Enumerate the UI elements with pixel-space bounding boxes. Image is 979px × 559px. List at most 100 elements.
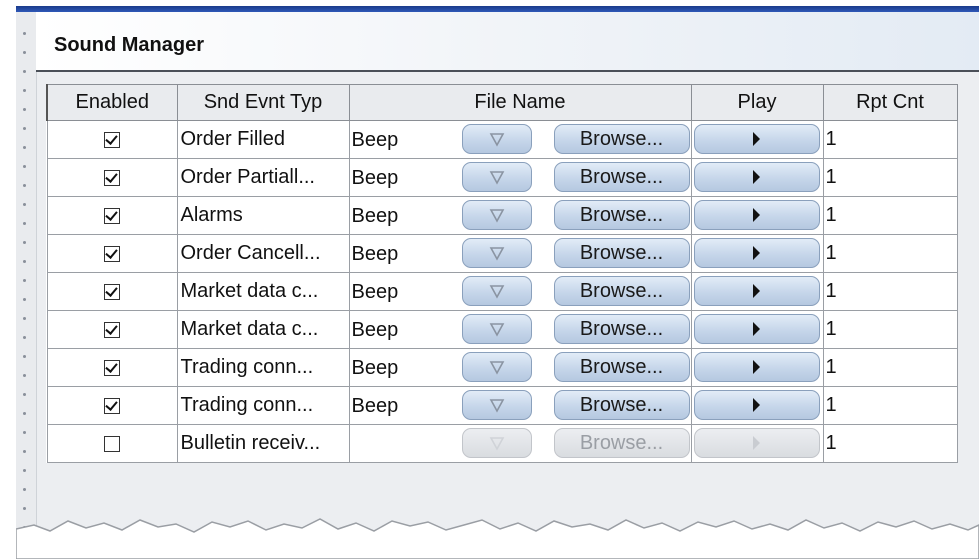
play-cell xyxy=(690,348,824,387)
repeat-count-cell[interactable]: 1 xyxy=(822,310,958,349)
chevron-down-icon xyxy=(489,133,504,147)
event-type-label: Market data c... xyxy=(180,318,319,340)
browse-button[interactable]: Browse... xyxy=(553,276,690,306)
grip-dot xyxy=(23,488,26,491)
browse-button[interactable]: Browse... xyxy=(553,200,690,230)
enabled-cell xyxy=(46,120,178,159)
enabled-checkbox[interactable] xyxy=(104,397,120,414)
event-type-label: Trading conn... xyxy=(180,356,314,378)
table-row: Alarms Beep Browse... 1 xyxy=(46,196,958,235)
play-button[interactable] xyxy=(693,276,820,306)
repeat-count-cell[interactable]: 1 xyxy=(822,272,958,311)
table-row: Trading conn... Beep Browse... 1 xyxy=(46,386,958,425)
grip-dot xyxy=(23,89,26,92)
browse-button[interactable]: Browse... xyxy=(553,352,690,382)
enabled-checkbox[interactable] xyxy=(104,207,120,224)
column-header-enabled[interactable]: Enabled xyxy=(46,84,178,121)
grip-dot xyxy=(23,336,26,339)
repeat-count-value: 1 xyxy=(825,128,837,150)
file-dropdown-button[interactable] xyxy=(461,200,532,230)
file-name-cell: Beep Browse... xyxy=(348,120,692,159)
repeat-count-value: 1 xyxy=(825,394,837,416)
enabled-cell xyxy=(46,424,178,463)
play-button[interactable] xyxy=(693,428,820,458)
grip-dot xyxy=(23,127,26,130)
play-button[interactable] xyxy=(693,162,820,192)
enabled-cell xyxy=(46,386,178,425)
column-header-event-type[interactable]: Snd Evnt Typ xyxy=(176,84,350,121)
file-dropdown-button[interactable] xyxy=(461,162,532,192)
enabled-checkbox[interactable] xyxy=(104,283,120,300)
grip-dot xyxy=(23,374,26,377)
column-header-play[interactable]: Play xyxy=(690,84,824,121)
play-icon xyxy=(753,170,760,184)
browse-button[interactable]: Browse... xyxy=(553,124,690,154)
table-row: Market data c... Beep Browse... 1 xyxy=(46,272,958,311)
repeat-count-cell[interactable]: 1 xyxy=(822,158,958,197)
play-button[interactable] xyxy=(693,124,820,154)
enabled-checkbox[interactable] xyxy=(104,245,120,262)
file-name-cell: Beep Browse... xyxy=(348,158,692,197)
grip-dot xyxy=(23,279,26,282)
repeat-count-cell[interactable]: 1 xyxy=(822,234,958,273)
grip-dot xyxy=(23,507,26,510)
play-icon xyxy=(753,246,760,260)
file-dropdown-button[interactable] xyxy=(461,352,532,382)
browse-button[interactable]: Browse... xyxy=(553,162,690,192)
repeat-count-value: 1 xyxy=(825,432,837,454)
play-button[interactable] xyxy=(693,352,820,382)
chevron-down-icon xyxy=(489,171,504,185)
file-name-value: Beep xyxy=(351,205,399,227)
file-dropdown-button[interactable] xyxy=(461,124,532,154)
enabled-checkbox[interactable] xyxy=(104,321,120,338)
chevron-down-icon xyxy=(489,323,504,337)
browse-button[interactable]: Browse... xyxy=(553,238,690,268)
play-button[interactable] xyxy=(693,238,820,268)
enabled-cell xyxy=(46,272,178,311)
repeat-count-cell[interactable]: 1 xyxy=(822,348,958,387)
play-button[interactable] xyxy=(693,200,820,230)
enabled-checkbox[interactable] xyxy=(104,169,120,186)
browse-button[interactable]: Browse... xyxy=(553,390,690,420)
page-title: Sound Manager xyxy=(54,34,205,56)
enabled-cell xyxy=(46,310,178,349)
drag-handle[interactable] xyxy=(16,12,37,559)
file-dropdown-button[interactable] xyxy=(461,276,532,306)
file-name-value: Beep xyxy=(351,167,399,189)
file-name-value: Beep xyxy=(351,243,399,265)
event-type-label: Trading conn... xyxy=(180,394,314,416)
column-header-file-name[interactable]: File Name xyxy=(348,84,692,121)
sound-manager-window: Sound Manager Enabled Snd Evnt Typ File … xyxy=(16,6,979,559)
enabled-cell xyxy=(46,158,178,197)
repeat-count-cell[interactable]: 1 xyxy=(822,196,958,235)
grip-dot xyxy=(23,222,26,225)
grip-dot xyxy=(23,412,26,415)
enabled-checkbox[interactable] xyxy=(104,131,120,148)
grip-dot xyxy=(23,146,26,149)
play-button[interactable] xyxy=(693,390,820,420)
file-dropdown-button[interactable] xyxy=(461,238,532,268)
repeat-count-cell[interactable]: 1 xyxy=(822,120,958,159)
file-name-cell: Beep Browse... xyxy=(348,234,692,273)
repeat-count-cell[interactable]: 1 xyxy=(822,386,958,425)
grip-dot xyxy=(23,32,26,35)
repeat-count-cell[interactable]: 1 xyxy=(822,424,958,463)
enabled-checkbox[interactable] xyxy=(104,435,120,452)
file-name-value: Beep xyxy=(351,281,399,303)
event-type-cell: Trading conn... xyxy=(176,348,350,387)
enabled-checkbox[interactable] xyxy=(104,359,120,376)
chevron-down-icon xyxy=(489,285,504,299)
file-dropdown-button[interactable] xyxy=(461,428,532,458)
play-button[interactable] xyxy=(693,314,820,344)
column-header-repeat-count[interactable]: Rpt Cnt xyxy=(822,84,958,121)
event-type-label: Order Filled xyxy=(180,128,285,150)
play-icon xyxy=(753,284,760,298)
table-body: Order Filled Beep Browse... 1 Order Part… xyxy=(46,120,958,463)
file-dropdown-button[interactable] xyxy=(461,390,532,420)
file-dropdown-button[interactable] xyxy=(461,314,532,344)
chevron-down-icon xyxy=(489,399,504,413)
repeat-count-value: 1 xyxy=(825,204,837,226)
browse-button[interactable]: Browse... xyxy=(553,428,690,458)
browse-button[interactable]: Browse... xyxy=(553,314,690,344)
event-type-cell: Order Partiall... xyxy=(176,158,350,197)
